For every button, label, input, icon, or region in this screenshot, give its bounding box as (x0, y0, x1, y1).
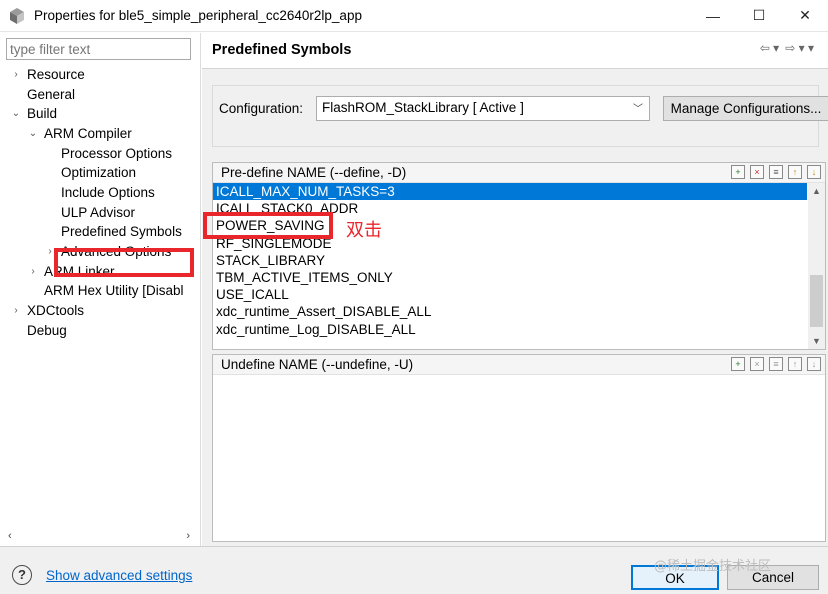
delete-icon[interactable]: × (750, 165, 764, 179)
right-content-panel: Predefined Symbols ⇦ ▾ ⇨ ▾ ▾ Configurati… (202, 33, 828, 546)
bottom-bar: ? Show advanced settings OK Cancel @稀土掘金… (0, 546, 828, 594)
chevron-down-icon[interactable]: ⌄ (27, 124, 39, 144)
chevron-right-icon[interactable]: › (27, 262, 39, 282)
tree-item-debug[interactable]: Debug (27, 321, 67, 341)
manage-configurations-button[interactable]: Manage Configurations... (663, 96, 828, 121)
page-title: Predefined Symbols (212, 42, 352, 58)
list-item[interactable]: TBM_ACTIVE_ITEMS_ONLY (213, 269, 807, 286)
chevron-right-icon (27, 281, 39, 301)
tree-item-arm-compiler[interactable]: ARM Compiler (44, 124, 132, 144)
chevron-right-icon (10, 321, 22, 341)
maximize-button[interactable]: ☐ (736, 0, 782, 32)
edit-icon[interactable]: ≡ (769, 357, 783, 371)
tree-item-build[interactable]: Build (27, 104, 57, 124)
forward-icon[interactable]: ⇨ ▾ ▾ (785, 41, 814, 55)
scroll-up-icon[interactable]: ▲ (808, 183, 825, 199)
tree-item-include-options[interactable]: Include Options (61, 183, 155, 203)
navigation-buttons: ⇦ ▾ ⇨ ▾ ▾ (760, 41, 814, 55)
scroll-right-icon[interactable]: › (186, 530, 190, 542)
tree-item-general[interactable]: General (27, 85, 75, 105)
double-click-annotation: 双击 (346, 220, 382, 241)
chevron-right-icon[interactable]: › (10, 65, 22, 85)
tree-item-xdctools[interactable]: XDCtools (27, 301, 84, 321)
delete-icon[interactable]: × (750, 357, 764, 371)
tree-item-resource[interactable]: Resource (27, 65, 85, 85)
back-icon[interactable]: ⇦ ▾ (760, 41, 779, 55)
scroll-left-icon[interactable]: ‹ (8, 530, 12, 542)
undefine-list-header: Undefine NAME (--undefine, -U) + × ≡ ↑ ↓ (213, 355, 825, 375)
list-item[interactable]: xdc_runtime_Assert_DISABLE_ALL (213, 303, 807, 320)
watermark: @稀土掘金技术社区 (654, 559, 772, 574)
configuration-value: FlashROM_StackLibrary [ Active ] (322, 100, 524, 115)
chevron-right-icon (44, 144, 56, 164)
undefine-header-label: Undefine NAME (--undefine, -U) (221, 357, 414, 372)
minimize-button[interactable]: — (690, 0, 736, 32)
vertical-scrollbar[interactable]: ▲ ▼ (808, 183, 825, 349)
tree-item-optimization[interactable]: Optimization (61, 163, 136, 183)
chevron-down-icon[interactable]: ⌄ (10, 104, 22, 124)
list-item[interactable]: STACK_LIBRARY (213, 252, 807, 269)
scroll-down-icon[interactable]: ▼ (808, 333, 825, 349)
chevron-right-icon (44, 163, 56, 183)
filter-input[interactable] (6, 38, 191, 60)
tree-item-predefined-symbols[interactable]: Predefined Symbols (61, 222, 182, 242)
tree-item-processor-options[interactable]: Processor Options (61, 144, 172, 164)
configuration-select[interactable]: FlashROM_StackLibrary [ Active ] ﹀ (316, 96, 650, 121)
chevron-right-icon (44, 222, 56, 242)
title-bar: Properties for ble5_simple_peripheral_cc… (0, 0, 828, 32)
scrollbar-thumb[interactable] (810, 275, 823, 327)
chevron-right-icon (44, 203, 56, 223)
move-up-icon[interactable]: ↑ (788, 357, 802, 371)
predefine-list-header: Pre-define NAME (--define, -D) + × ≡ ↑ ↓ (213, 163, 825, 183)
add-icon[interactable]: + (731, 165, 745, 179)
page-header: Predefined Symbols ⇦ ▾ ⇨ ▾ ▾ (202, 33, 828, 69)
predefine-header-label: Pre-define NAME (--define, -D) (221, 165, 407, 180)
close-button[interactable]: ✕ (782, 0, 828, 32)
move-up-icon[interactable]: ↑ (788, 165, 802, 179)
chevron-right-icon (10, 85, 22, 105)
undefine-list-panel: Undefine NAME (--undefine, -U) + × ≡ ↑ ↓ (212, 354, 826, 542)
add-icon[interactable]: + (731, 357, 745, 371)
chevron-right-icon (44, 183, 56, 203)
chevron-right-icon[interactable]: › (10, 301, 22, 321)
predefined-symbols-highlight (54, 248, 194, 277)
move-down-icon[interactable]: ↓ (807, 357, 821, 371)
predefine-toolbar: + × ≡ ↑ ↓ (731, 165, 821, 179)
predefine-list-panel: Pre-define NAME (--define, -D) + × ≡ ↑ ↓… (212, 162, 826, 350)
edit-icon[interactable]: ≡ (769, 165, 783, 179)
configuration-group: Configuration: FlashROM_StackLibrary [ A… (212, 85, 828, 147)
tree-item-arm-hex-utility-disabl[interactable]: ARM Hex Utility [Disabl (44, 281, 184, 301)
configuration-label: Configuration: (219, 101, 304, 116)
list-item[interactable]: ICALL_MAX_NUM_TASKS=3 (213, 183, 807, 200)
tree-item-ulp-advisor[interactable]: ULP Advisor (61, 203, 135, 223)
chevron-down-icon: ﹀ (633, 104, 643, 115)
help-icon[interactable]: ? (12, 565, 32, 585)
horizontal-scrollbar[interactable]: ‹ › (2, 528, 196, 544)
undefine-toolbar: + × ≡ ↑ ↓ (731, 357, 821, 371)
move-down-icon[interactable]: ↓ (807, 165, 821, 179)
eclipse-cube-icon (6, 5, 28, 27)
list-item[interactable]: xdc_runtime_Log_DISABLE_ALL (213, 321, 807, 338)
show-advanced-settings-link[interactable]: Show advanced settings (46, 568, 192, 583)
list-item[interactable]: USE_ICALL (213, 286, 807, 303)
power-saving-highlight (203, 212, 333, 239)
window-title: Properties for ble5_simple_peripheral_cc… (34, 8, 362, 23)
left-navigation-panel: ›ResourceGeneral⌄Build⌄ARM CompilerProce… (0, 33, 201, 546)
